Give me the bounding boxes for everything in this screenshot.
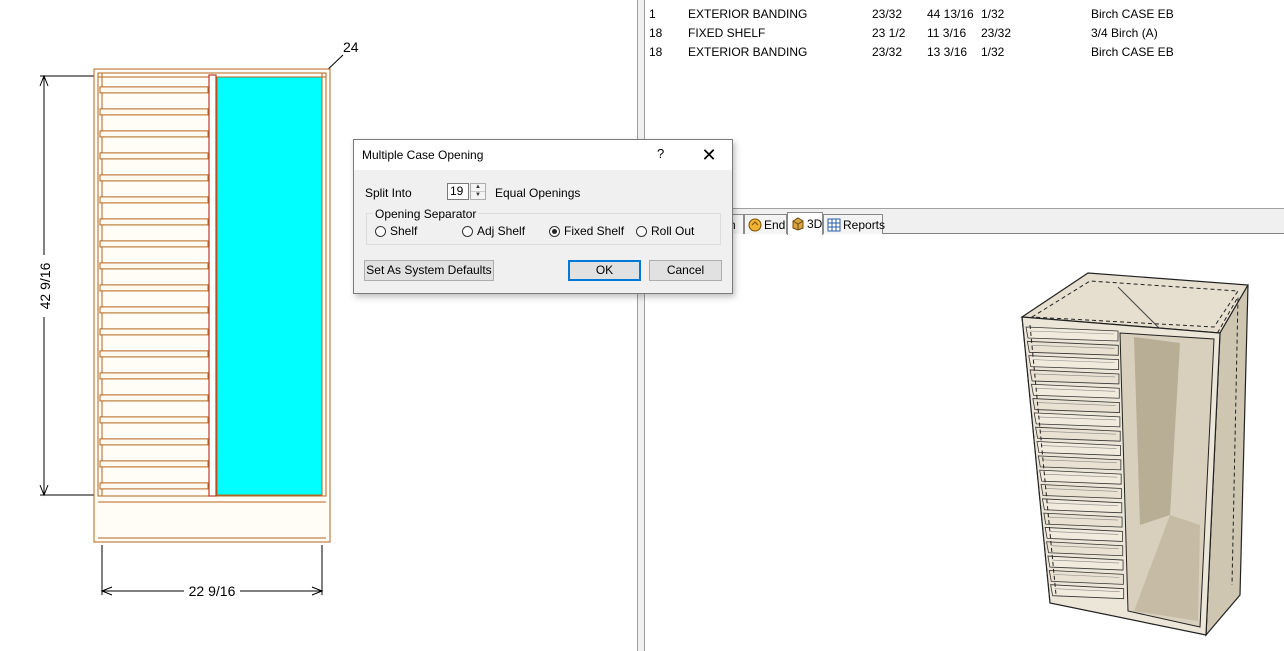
help-button[interactable]: ?: [657, 146, 664, 161]
radio-fixed-shelf[interactable]: Fixed Shelf: [549, 224, 624, 238]
fixed-shelf: [99, 328, 209, 336]
opening-separator-label: Opening Separator: [373, 207, 479, 221]
fixed-shelf: [99, 240, 209, 248]
fixed-shelf: [99, 306, 209, 314]
fixed-shelf: [99, 262, 209, 270]
cancel-button[interactable]: Cancel: [649, 260, 722, 281]
cabinet-elevation-drawing[interactable]: 42 9/16 22 9/16 24: [0, 0, 640, 651]
width-dimension-text: 22 9/16: [189, 583, 236, 599]
callout-number: 24: [343, 39, 359, 55]
fixed-shelf: [99, 394, 209, 402]
equal-openings-label: Equal Openings: [495, 186, 581, 200]
fixed-shelf: [99, 152, 209, 160]
vertical-divider: [208, 74, 217, 497]
report-grid-icon: [827, 218, 841, 232]
fixed-shelf: [99, 86, 209, 94]
tab-reports[interactable]: Reports: [823, 214, 885, 234]
spin-up-icon[interactable]: ▲: [471, 184, 485, 191]
radio-circle[interactable]: [462, 225, 473, 237]
split-count-spinner[interactable]: ▲ ▼: [470, 183, 486, 200]
view-tab-strip: n End 3D Reports: [645, 208, 1284, 235]
radio-circle[interactable]: [636, 225, 647, 237]
ok-button[interactable]: OK: [568, 260, 641, 281]
fixed-shelf: [99, 196, 209, 204]
fixed-shelf: [99, 438, 209, 446]
set-system-defaults-button[interactable]: Set As System Defaults: [364, 260, 494, 281]
multiple-case-opening-dialog: Multiple Case Opening ? ✕ Split Into 19 …: [353, 139, 733, 294]
fixed-shelf: [99, 108, 209, 116]
fixed-shelf: [99, 174, 209, 182]
fixed-shelf: [99, 284, 209, 292]
radio-shelf[interactable]: Shelf: [375, 224, 417, 238]
split-into-label: Split Into: [365, 186, 412, 200]
end-view-icon: [748, 218, 762, 232]
radio-circle-checked[interactable]: [549, 225, 560, 237]
fixed-shelf: [99, 218, 209, 226]
fixed-shelf: [99, 372, 209, 380]
dialog-titlebar[interactable]: Multiple Case Opening ? ✕: [354, 140, 732, 170]
fixed-shelf: [99, 482, 209, 490]
fixed-shelf: [99, 130, 209, 138]
spin-down-icon[interactable]: ▼: [471, 191, 485, 199]
fixed-shelf: [99, 460, 209, 468]
radio-adj-shelf[interactable]: Adj Shelf: [462, 224, 525, 238]
cube-3d-icon: [791, 217, 805, 231]
open-section[interactable]: [216, 76, 323, 496]
tab-end[interactable]: End: [744, 214, 787, 234]
fixed-shelf: [99, 416, 209, 424]
tab-3d[interactable]: 3D: [787, 212, 823, 235]
radio-circle[interactable]: [375, 225, 386, 237]
dialog-title: Multiple Case Opening: [362, 148, 484, 162]
cabinet-3d-model[interactable]: [1010, 265, 1270, 645]
fixed-shelf: [99, 350, 209, 358]
close-icon[interactable]: ✕: [694, 143, 724, 167]
split-count-input[interactable]: 19: [447, 183, 469, 200]
radio-roll-out[interactable]: Roll Out: [636, 224, 694, 238]
vertical-splitter[interactable]: [637, 0, 645, 651]
height-dimension-text: 42 9/16: [37, 262, 53, 309]
